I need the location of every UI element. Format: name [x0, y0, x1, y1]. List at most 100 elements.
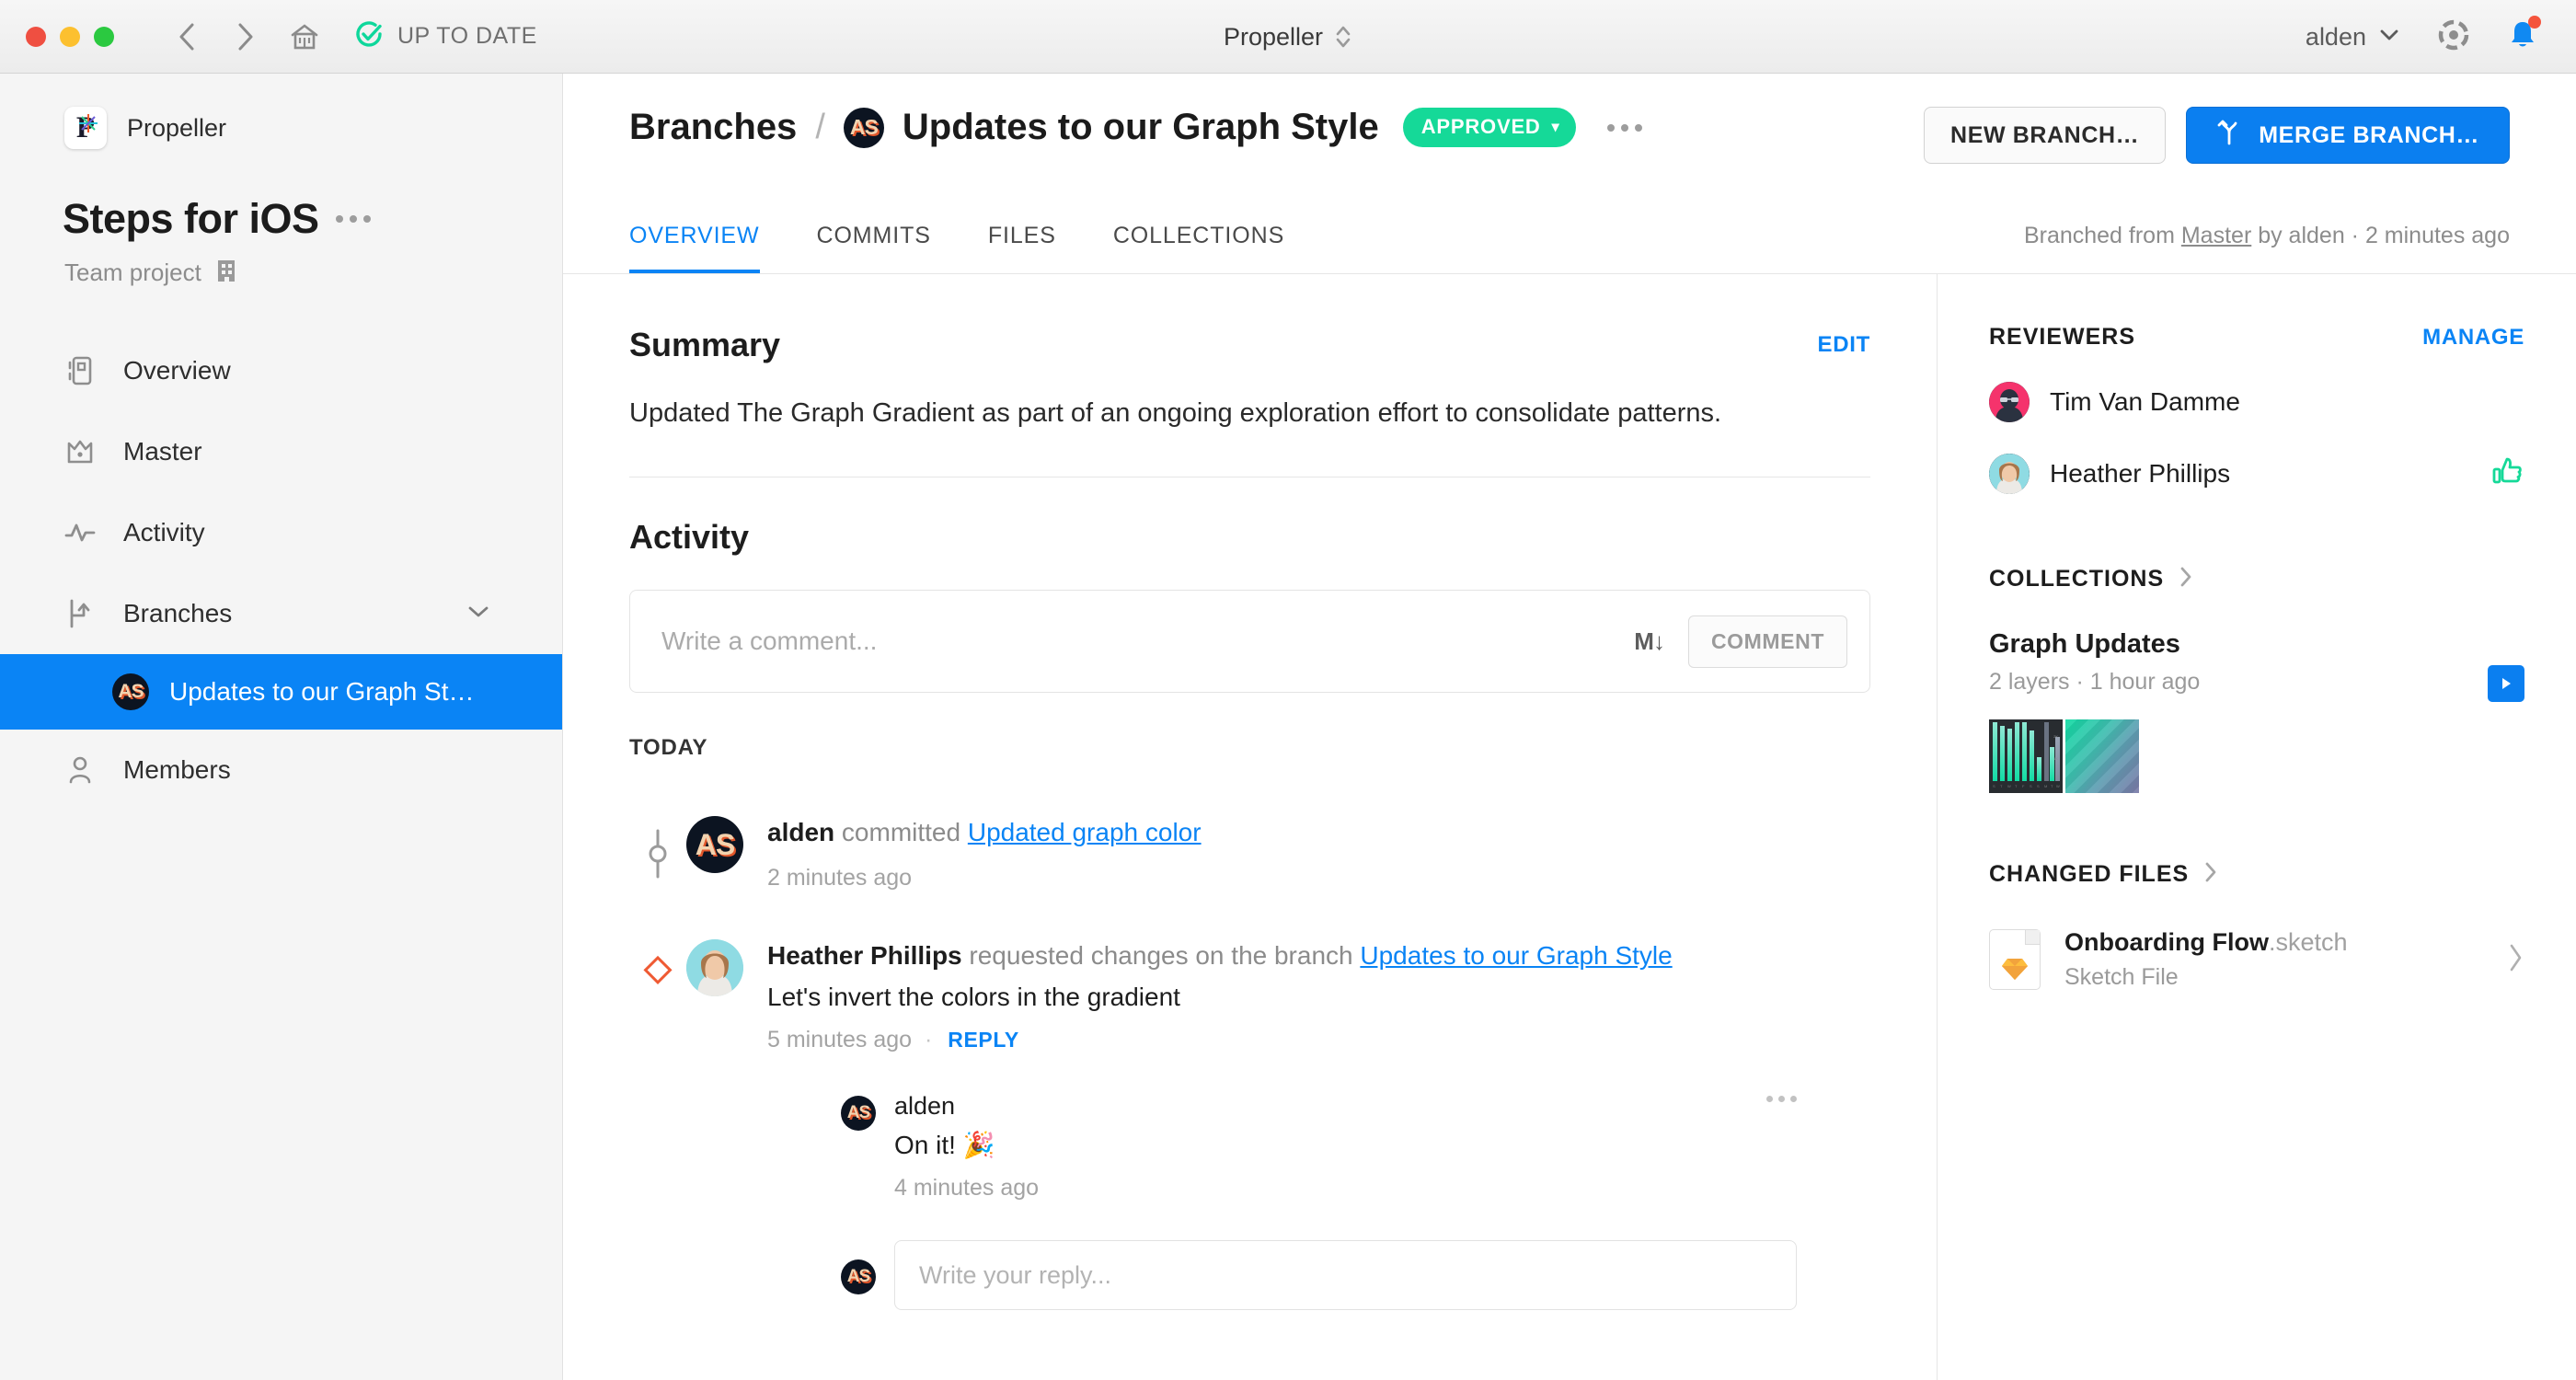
comment-composer[interactable]: Write a comment... M↓ COMMENT	[629, 590, 1870, 694]
notification-badge-dot	[2528, 15, 2541, 29]
branch-title: Updates to our Graph Style	[902, 107, 1379, 147]
collections-title-row[interactable]: COLLECTIONS	[1989, 566, 2193, 592]
list-item[interactable]: Heather Phillips	[1989, 454, 2524, 494]
list-item: Heather Phillips requested changes on th…	[563, 937, 1937, 1311]
tab-commits[interactable]: COMMITS	[817, 223, 931, 273]
sidebar-item-overview[interactable]: Overview	[0, 330, 562, 411]
more-options-icon[interactable]	[1607, 123, 1643, 132]
markdown-icon[interactable]: M↓	[1634, 627, 1665, 656]
back-icon[interactable]	[171, 21, 202, 52]
sidebar-item-updates-to-our-graph-style[interactable]: AS Updates to our Graph St…	[0, 654, 562, 730]
list-item[interactable]: Tim Van Damme	[1989, 382, 2524, 422]
changed-files-section: CHANGED FILES Onboarding Flow.sketch Ske…	[1938, 793, 2576, 991]
forward-icon[interactable]	[230, 21, 261, 52]
reply-composer-row: AS Write your reply...	[841, 1240, 1870, 1311]
pulse-icon	[64, 521, 96, 545]
project-subtitle: Team project	[64, 259, 201, 286]
activity-commit-link[interactable]: Updated graph color	[968, 818, 1202, 846]
sidebar-item-label: Members	[123, 755, 231, 784]
activity-feed: AS alden committed Updated graph color 2…	[563, 761, 1937, 1311]
manage-reviewers-button[interactable]: MANAGE	[2422, 325, 2524, 351]
user-name-label: alden	[2305, 22, 2366, 51]
window-traffic-lights	[26, 26, 114, 47]
up-to-date-status: UP TO DATE	[353, 18, 537, 54]
play-icon[interactable]	[2488, 665, 2524, 702]
main-tabs: OVERVIEW COMMITS FILES COLLECTIONS	[563, 223, 1284, 273]
comment-button[interactable]: COMMENT	[1687, 615, 1847, 668]
activity-meta: 5 minutes ago · REPLY	[767, 1027, 1019, 1053]
chevron-right-icon[interactable]	[2506, 942, 2524, 978]
breadcrumb-branches[interactable]: Branches	[629, 107, 797, 148]
stepper-icon[interactable]	[1334, 23, 1352, 51]
merge-branch-button[interactable]: MERGE BRANCH…	[2186, 107, 2510, 164]
branched-from-source-link[interactable]: Master	[2181, 223, 2251, 248]
list-item-body: Heather Phillips requested changes on th…	[767, 937, 1870, 1311]
sidebar-item-label: Updates to our Graph St…	[169, 677, 475, 706]
chevron-down-icon[interactable]	[466, 604, 490, 624]
project-more-options-icon[interactable]	[335, 215, 371, 223]
avatar-heather	[686, 939, 743, 997]
status-badge[interactable]: APPROVED ▾	[1402, 108, 1577, 147]
main-area: Branches / AS Updates to our Graph Style…	[563, 74, 2576, 1380]
activity-branch-link[interactable]: Updates to our Graph Style	[1360, 941, 1672, 970]
sidebar-item-label: Overview	[123, 356, 231, 385]
crown-icon	[64, 438, 96, 466]
activity-line: alden committed Updated graph color	[767, 814, 1870, 850]
sidebar-item-master[interactable]: Master	[0, 411, 562, 492]
reply-input[interactable]: Write your reply...	[894, 1240, 1797, 1311]
propeller-logo-icon: P	[64, 107, 107, 149]
tab-files[interactable]: FILES	[988, 223, 1056, 273]
tab-overview[interactable]: OVERVIEW	[629, 223, 760, 273]
commit-icon	[629, 814, 686, 891]
avatar: AS	[112, 673, 149, 710]
changed-files-title-row[interactable]: CHANGED FILES	[1989, 861, 2218, 888]
reviewers-title: REVIEWERS	[1989, 324, 2136, 350]
list-item: AS alden committed Updated graph color 2…	[563, 814, 1937, 891]
minimize-icon[interactable]	[60, 26, 80, 47]
summary-edit-button[interactable]: EDIT	[1818, 332, 1870, 358]
collection-name[interactable]: Graph Updates	[1989, 629, 2524, 660]
request-changes-icon	[629, 937, 686, 1310]
user-menu[interactable]: alden	[2306, 23, 2399, 52]
help-icon[interactable]	[2436, 17, 2471, 57]
changed-files-header: CHANGED FILES	[1989, 793, 2524, 888]
file-basename: Onboarding Flow	[2064, 928, 2269, 956]
merge-icon	[2216, 119, 2242, 153]
up-to-date-label: UP TO DATE	[397, 23, 537, 49]
sidebar-item-members[interactable]: Members	[0, 730, 562, 811]
comment-input[interactable]: Write a comment...	[661, 627, 1634, 656]
brand[interactable]: P Propeller	[0, 74, 562, 149]
new-branch-label: NEW BRANCH…	[1950, 121, 2140, 148]
new-branch-button[interactable]: NEW BRANCH…	[1924, 107, 2167, 164]
changed-file-row[interactable]: Onboarding Flow.sketch Sketch File	[1989, 928, 2524, 991]
close-icon[interactable]	[26, 26, 46, 47]
more-options-icon[interactable]	[1766, 1096, 1797, 1103]
collections-section: COLLECTIONS Graph Updates 2 layers · 1 h…	[1938, 494, 2576, 793]
notification-bell-icon[interactable]	[2508, 15, 2541, 56]
nested-reply-timestamp: 4 minutes ago	[894, 1175, 1040, 1202]
avatar-heather	[1989, 454, 2030, 494]
sidebar-item-activity[interactable]: Activity	[0, 492, 562, 573]
avatar: AS	[843, 107, 884, 148]
changed-file-name: Onboarding Flow.sketch	[2064, 928, 2348, 956]
up-to-date-check-icon	[353, 18, 385, 54]
tab-collections[interactable]: COLLECTIONS	[1113, 223, 1284, 273]
reply-button[interactable]: REPLY	[948, 1028, 1019, 1052]
main-header: Branches / AS Updates to our Graph Style…	[563, 74, 2576, 274]
maximize-icon[interactable]	[94, 26, 114, 47]
right-sidebar: REVIEWERS MANAGE Tim Van Damme Heather P…	[1937, 274, 2576, 1380]
sidebar-nav: Overview Master Activity Branches AS Upd…	[0, 330, 562, 811]
project-title-row: Steps for iOS	[0, 149, 562, 243]
window-title-text: Propeller	[1223, 22, 1324, 51]
thumbnail-gradient[interactable]	[2065, 719, 2139, 793]
thumbnail-bar-chart[interactable]: 2K 1K 0 ST WT FS SM TW	[1989, 719, 2063, 793]
team-building-icon	[214, 258, 238, 288]
changed-file-type: Sketch File	[2064, 964, 2179, 990]
nav-arrows	[171, 21, 320, 52]
sidebar-item-branches[interactable]: Branches	[0, 573, 562, 654]
home-icon[interactable]	[289, 21, 320, 52]
merge-branch-label: MERGE BRANCH…	[2259, 121, 2479, 148]
nested-reply-thread: AS alden On it! 🎉 4 minutes ago AS Write…	[841, 1092, 1870, 1311]
project-subtitle-row: Team project	[0, 243, 562, 288]
avatar: AS	[841, 1256, 876, 1295]
